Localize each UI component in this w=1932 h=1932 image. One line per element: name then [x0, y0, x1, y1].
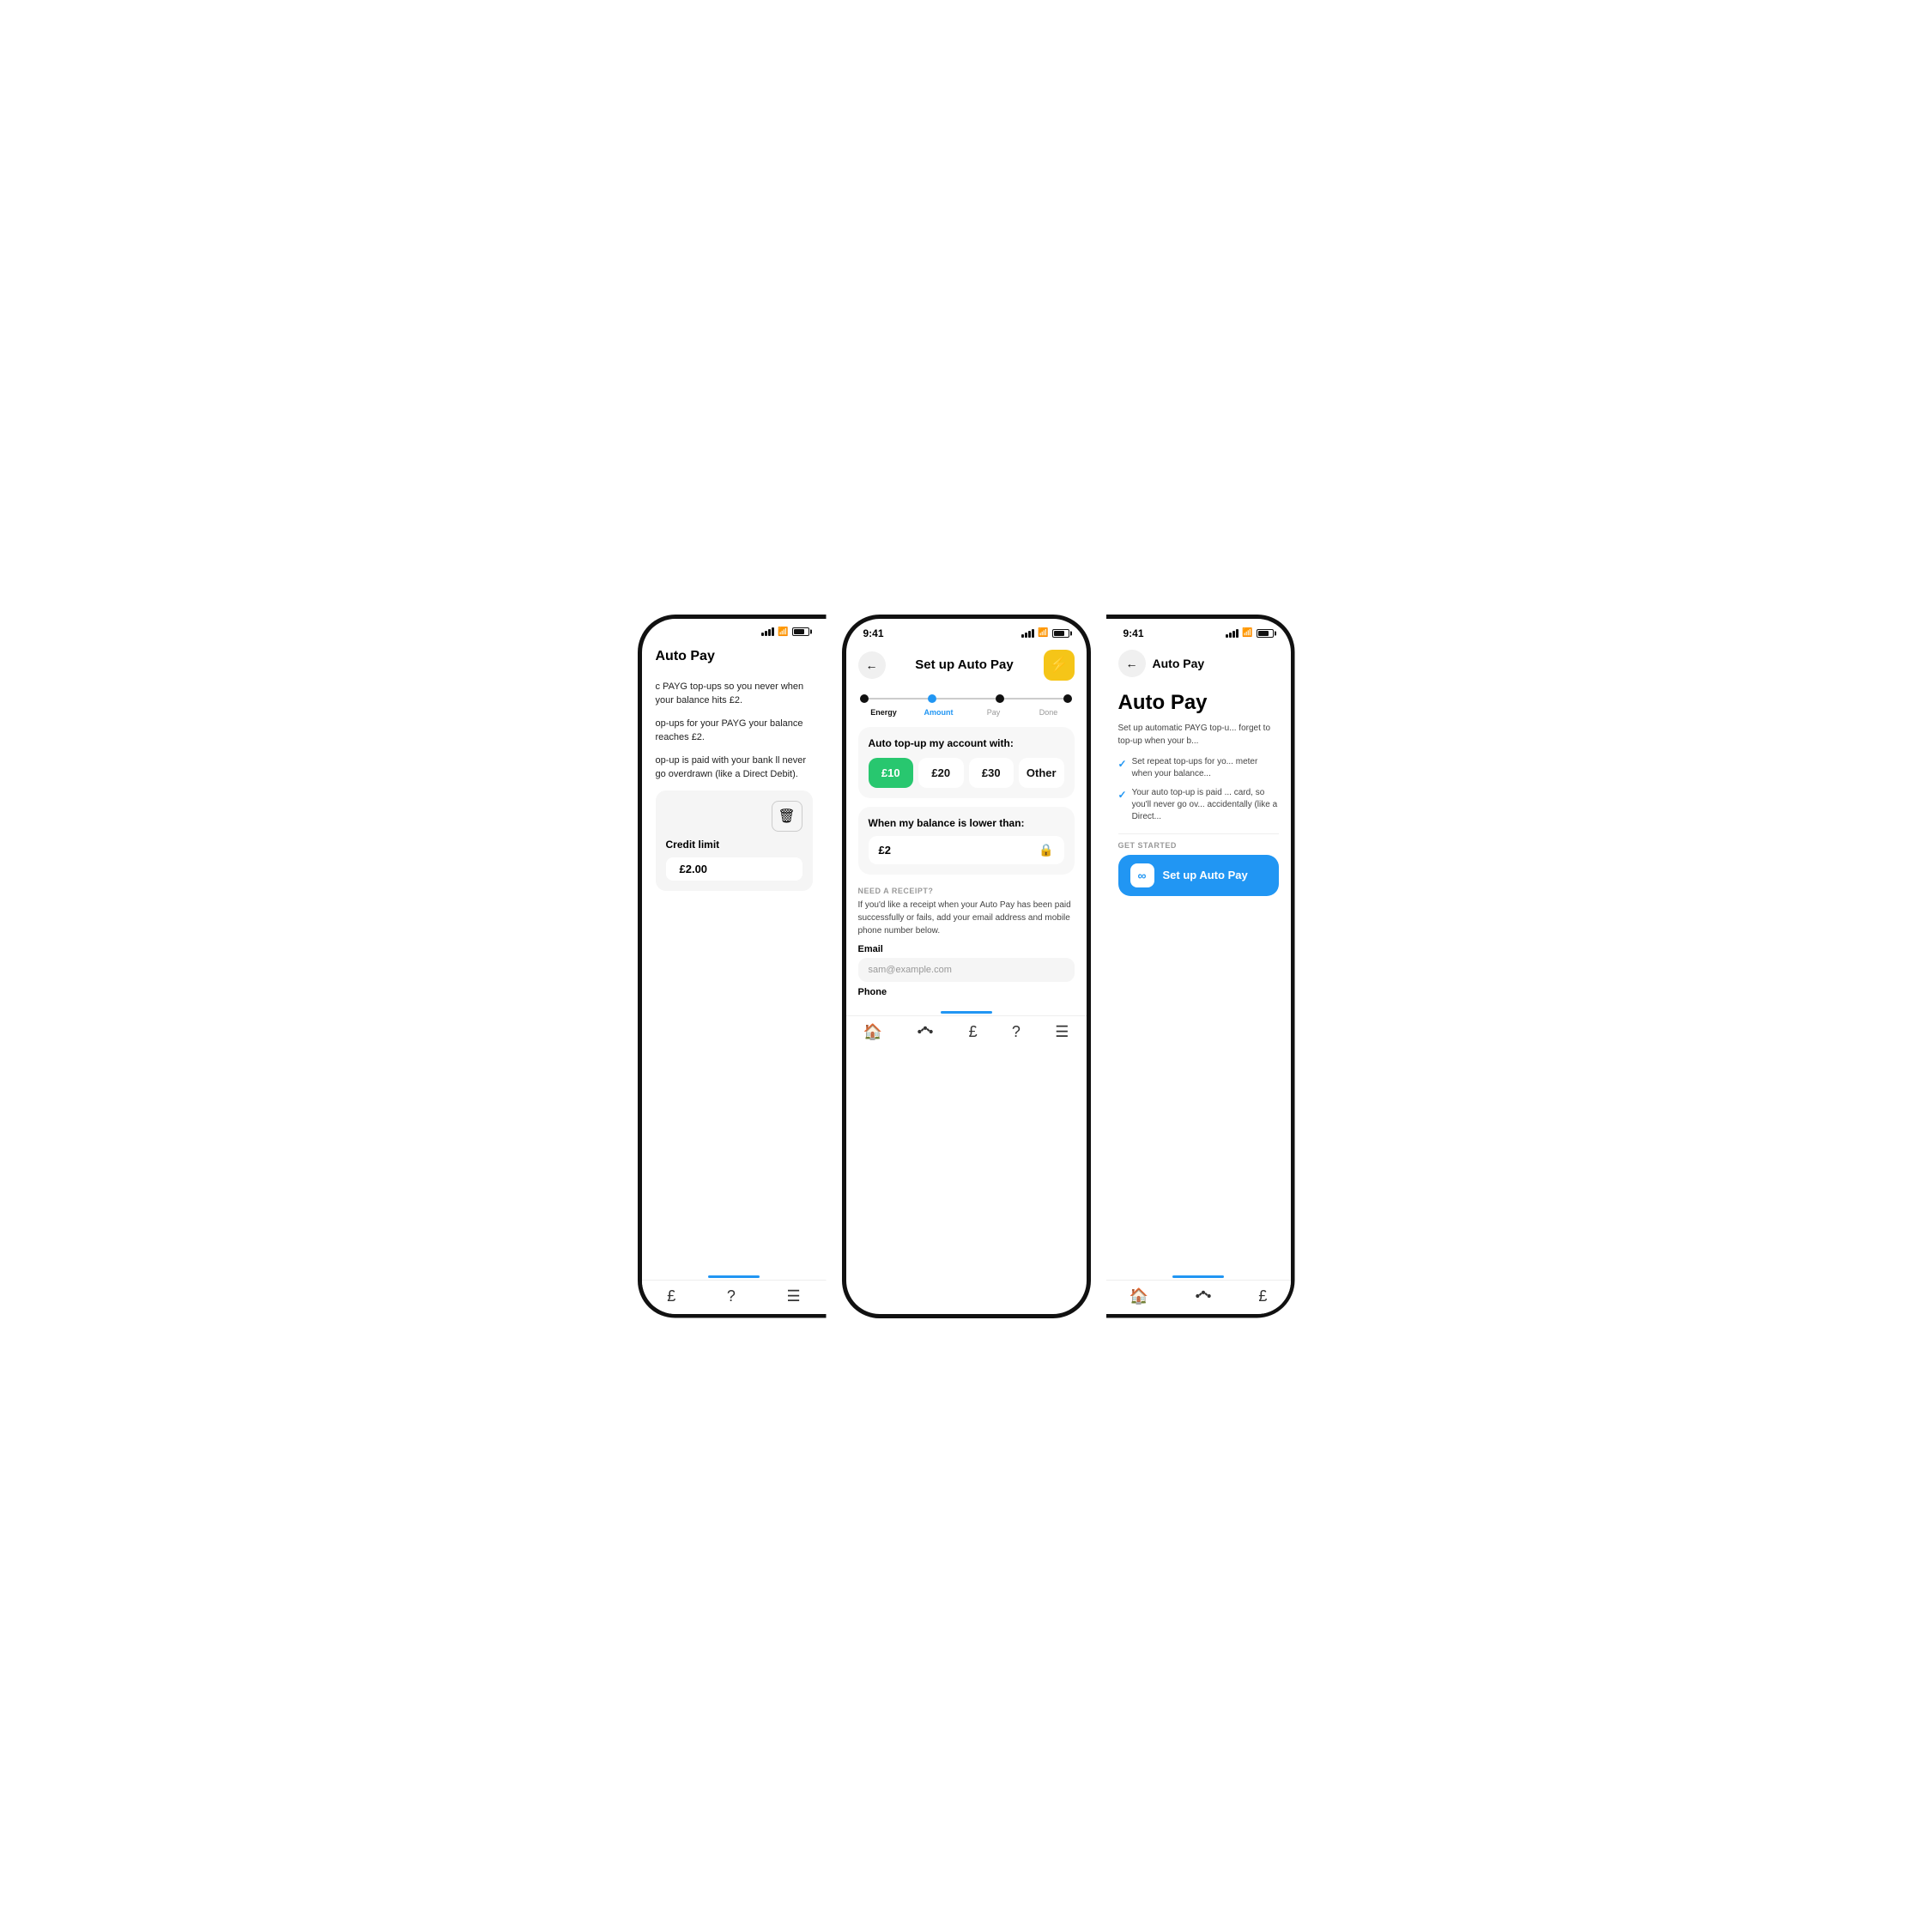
right-header-title: Auto Pay: [1153, 657, 1205, 670]
center-page-title: Set up Auto Pay: [915, 657, 1013, 672]
left-phone: 📶 Auto Pay c PAYG top-ups so you never w…: [638, 615, 827, 1318]
amount-option-other[interactable]: Other: [1019, 758, 1064, 788]
nav-item-billing[interactable]: £: [667, 1287, 675, 1305]
trash-icon[interactable]: 🗑: [772, 801, 802, 832]
step-label-pay: Pay: [966, 708, 1021, 717]
credit-limit-label: Credit limit: [666, 839, 720, 851]
center-phone: 9:41 📶 ← Set up Auto Pay ⚡: [842, 615, 1091, 1318]
credit-limit-value: £2.00: [666, 857, 802, 881]
nav-item-help[interactable]: ?: [727, 1287, 736, 1305]
step-label-done: Done: [1021, 708, 1076, 717]
center-time: 9:41: [863, 627, 884, 639]
nav-item-home[interactable]: 🏠: [1130, 1287, 1148, 1305]
setup-autopay-label: Set up Auto Pay: [1163, 869, 1248, 881]
nav-item-billing[interactable]: £: [969, 1023, 978, 1041]
center-content: ← Set up Auto Pay ⚡ Energy Amount Pay Do…: [846, 643, 1087, 1314]
center-bottom-nav: 🏠 £ ? ☰: [846, 1015, 1087, 1050]
left-status-bar: 📶: [642, 619, 827, 640]
lightning-button[interactable]: ⚡: [1044, 650, 1075, 681]
setup-autopay-button[interactable]: ∞ Set up Auto Pay: [1118, 855, 1279, 896]
receipt-section: NEED A RECEIPT? If you'd like a receipt …: [846, 880, 1087, 1008]
left-text-1: c PAYG top-ups so you never when your ba…: [656, 680, 813, 708]
amount-card: Auto top-up my account with: £10 £20 £30…: [858, 727, 1075, 798]
center-status-icons: 📶: [1021, 628, 1069, 638]
step-line-3: [1004, 698, 1063, 700]
nav-item-billing[interactable]: £: [1258, 1287, 1267, 1305]
signal-icon: [1021, 629, 1034, 638]
scene: 📶 Auto Pay c PAYG top-ups so you never w…: [580, 580, 1353, 1353]
nav-item-help[interactable]: ?: [1012, 1023, 1021, 1041]
get-started-label: GET STARTED: [1118, 833, 1279, 850]
bullet-item-1: ✓ Set repeat top-ups for yo... meter whe…: [1118, 756, 1279, 780]
nav-item-menu[interactable]: ☰: [787, 1287, 801, 1305]
step-line-1: [869, 698, 928, 700]
wifi-icon: 📶: [1242, 628, 1252, 638]
right-page-title: Auto Pay: [1106, 684, 1291, 718]
email-input[interactable]: sam@example.com: [858, 958, 1075, 982]
bullet-list: ✓ Set repeat top-ups for yo... meter whe…: [1118, 756, 1279, 823]
battery-icon: [1052, 629, 1069, 638]
left-text-3: op-up is paid with your bank ll never go…: [656, 754, 813, 782]
balance-value: £2: [879, 844, 891, 857]
nav-item-network[interactable]: [917, 1026, 934, 1038]
balance-card: When my balance is lower than: £2 🔒: [858, 807, 1075, 875]
left-text-2: op-ups for your PAYG your balance reache…: [656, 717, 813, 745]
right-status-bar: 9:41 📶: [1106, 619, 1291, 643]
wifi-icon: 📶: [1038, 628, 1048, 638]
left-body: c PAYG top-ups so you never when your ba…: [642, 671, 827, 1272]
center-header: ← Set up Auto Pay ⚡: [846, 643, 1087, 687]
amount-options: £10 £20 £30 Other: [869, 758, 1064, 788]
nav-item-menu[interactable]: ☰: [1055, 1023, 1069, 1041]
stepper-labels: Energy Amount Pay Done: [846, 706, 1087, 724]
bullet-item-2: ✓ Your auto top-up is paid ... card, so …: [1118, 787, 1279, 823]
right-content: ← Auto Pay Auto Pay Set up automatic PAY…: [1106, 643, 1291, 1314]
checkmark-icon-2: ✓: [1118, 788, 1127, 802]
step-label-energy: Energy: [857, 708, 911, 717]
right-phone: 9:41 📶 ← Auto Pay Auto Pay: [1106, 615, 1295, 1318]
amount-option-20[interactable]: £20: [918, 758, 964, 788]
balance-card-title: When my balance is lower than:: [869, 817, 1064, 829]
left-bottom-nav: £ ? ☰: [642, 1280, 827, 1314]
nav-item-home[interactable]: 🏠: [863, 1023, 882, 1041]
right-bottom-nav: 🏠 £: [1106, 1280, 1291, 1314]
right-body: Set up automatic PAYG top-u... forget to…: [1106, 718, 1291, 1272]
infinity-icon: ∞: [1130, 863, 1154, 887]
receipt-description: If you'd like a receipt when your Auto P…: [858, 899, 1075, 937]
right-header: ← Auto Pay: [1106, 643, 1291, 684]
phone-label: Phone: [858, 987, 1075, 997]
back-button[interactable]: ←: [858, 651, 886, 679]
back-button[interactable]: ←: [1118, 650, 1146, 677]
receipt-label: NEED A RECEIPT?: [858, 887, 1075, 895]
nav-item-network[interactable]: [1195, 1290, 1212, 1302]
right-time: 9:41: [1123, 627, 1144, 639]
stepper: [846, 687, 1087, 706]
step-dot-1: [860, 694, 869, 703]
step-dot-2: [928, 694, 936, 703]
amount-card-title: Auto top-up my account with:: [869, 737, 1064, 749]
balance-value-row: £2 🔒: [869, 836, 1064, 864]
left-page-title: Auto Pay: [642, 640, 827, 671]
step-dot-4: [1063, 694, 1072, 703]
battery-icon: [792, 627, 809, 636]
email-label: Email: [858, 944, 1075, 954]
amount-option-30[interactable]: £30: [969, 758, 1014, 788]
amount-option-10[interactable]: £10: [869, 758, 914, 788]
step-line-2: [936, 698, 996, 700]
right-status-icons: 📶: [1226, 628, 1273, 638]
signal-icon: [1226, 629, 1239, 638]
battery-icon: [1257, 629, 1274, 638]
left-status-icons: 📶: [761, 627, 809, 637]
checkmark-icon-1: ✓: [1118, 757, 1127, 772]
center-status-bar: 9:41 📶: [846, 619, 1087, 643]
credit-limit-card: 🗑 Credit limit £2.00: [656, 790, 813, 891]
step-label-amount: Amount: [911, 708, 966, 717]
step-dot-3: [996, 694, 1004, 703]
right-description: Set up automatic PAYG top-u... forget to…: [1118, 722, 1279, 748]
left-content: Auto Pay c PAYG top-ups so you never whe…: [642, 640, 827, 1314]
wifi-icon: 📶: [778, 627, 788, 637]
signal-icon: [761, 627, 774, 636]
lock-icon: 🔒: [1039, 843, 1053, 857]
